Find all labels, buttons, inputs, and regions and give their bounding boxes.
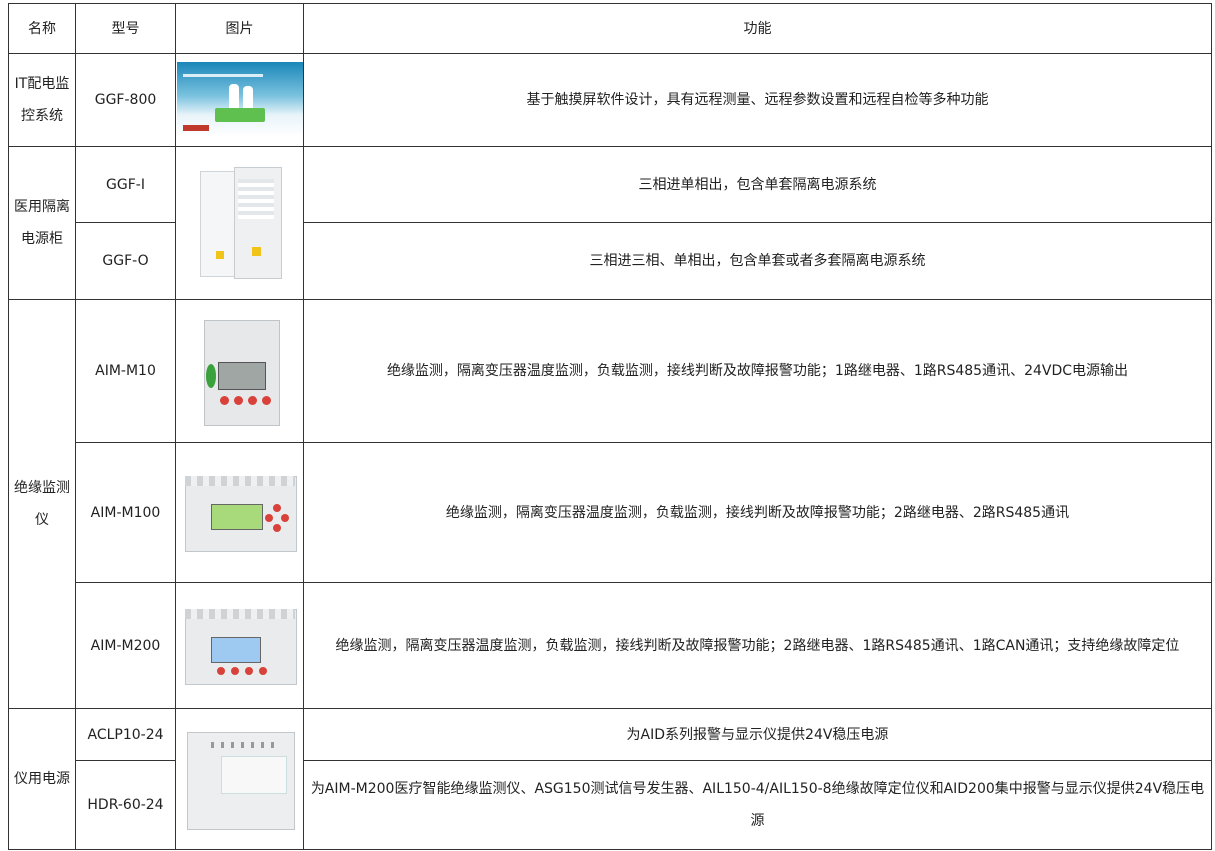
group-name: 仪用电源 bbox=[8, 708, 76, 850]
image-cell bbox=[175, 582, 304, 709]
model-cell: AIM-M10 bbox=[75, 299, 176, 443]
cabinet-icon bbox=[190, 163, 290, 283]
function-cell: 三相进三相、单相出，包含单套或者多套隔离电源系统 bbox=[303, 222, 1212, 300]
header-name: 名称 bbox=[8, 3, 76, 54]
function-cell: 为AIM-M200医疗智能绝缘监测仪、ASG150测试信号发生器、AIL150-… bbox=[303, 760, 1212, 850]
table-row: AIM-M100 绝缘监测，隔离变压器温度监测，负载监测，接线判断及故障报警功能… bbox=[9, 442, 1212, 583]
function-cell: 三相进单相出，包含单套隔离电源系统 bbox=[303, 146, 1212, 223]
model-cell: AIM-M200 bbox=[75, 582, 176, 709]
function-cell: 绝缘监测，隔离变压器温度监测，负载监测，接线判断及故障报警功能；2路继电器、2路… bbox=[303, 442, 1212, 583]
function-cell: 绝缘监测，隔离变压器温度监测，负载监测，接线判断及故障报警功能；1路继电器、1路… bbox=[303, 299, 1212, 443]
product-table: 名称 型号 图片 功能 IT配电监控系统 GGF-800 基于触摸屏软件设计，具… bbox=[8, 3, 1212, 850]
function-cell: 基于触摸屏软件设计，具有远程测量、远程参数设置和远程自检等多种功能 bbox=[303, 53, 1212, 147]
image-cell bbox=[175, 299, 304, 443]
model-cell: HDR-60-24 bbox=[75, 760, 176, 850]
header-row: 名称 型号 图片 功能 bbox=[8, 3, 1212, 54]
function-cell: 为AID系列报警与显示仪提供24V稳压电源 bbox=[303, 708, 1212, 761]
group-name: IT配电监控系统 bbox=[8, 53, 76, 147]
table-row: 绝缘监测仪 AIM-M10 绝缘监测，隔离变压器温度监测，负载监测，接线判断及故… bbox=[8, 299, 1212, 709]
meter-icon bbox=[190, 312, 290, 430]
image-cell bbox=[175, 53, 304, 147]
table-row: IT配电监控系统 GGF-800 基于触摸屏软件设计，具有远程测量、远程参数设置… bbox=[8, 53, 1212, 147]
model-cell: AIM-M100 bbox=[75, 442, 176, 583]
power-supply-icon bbox=[181, 724, 299, 834]
monitoring-screen-icon bbox=[176, 62, 303, 138]
meter-icon bbox=[181, 470, 299, 556]
table-row: 医用隔离电源柜 GGF-I 三相进单相出，包含单套隔离电源系统 bbox=[8, 146, 1212, 300]
group-name: 绝缘监测仪 bbox=[8, 299, 76, 709]
model-cell: ACLP10-24 bbox=[75, 708, 176, 761]
meter-icon bbox=[181, 603, 299, 689]
header-function: 功能 bbox=[303, 3, 1212, 54]
header-image: 图片 bbox=[175, 3, 304, 54]
image-cell bbox=[175, 146, 304, 300]
model-cell: GGF-800 bbox=[75, 53, 176, 147]
image-cell bbox=[175, 708, 304, 850]
model-cell: GGF-I bbox=[75, 146, 176, 223]
table-row: AIM-M200 绝缘监测，隔离变压器温度监测，负载监测，接线判断及故障报警功能… bbox=[9, 582, 1212, 709]
model-cell: GGF-O bbox=[75, 222, 176, 300]
header-model: 型号 bbox=[75, 3, 176, 54]
group-name: 医用隔离电源柜 bbox=[8, 146, 76, 300]
function-cell: 绝缘监测，隔离变压器温度监测，负载监测，接线判断及故障报警功能；2路继电器、1路… bbox=[303, 582, 1212, 709]
table-row: 仪用电源 ACLP10-24 为AID系列报警与显示仪提供24V稳压电源 bbox=[8, 708, 1212, 850]
image-cell bbox=[175, 442, 304, 583]
